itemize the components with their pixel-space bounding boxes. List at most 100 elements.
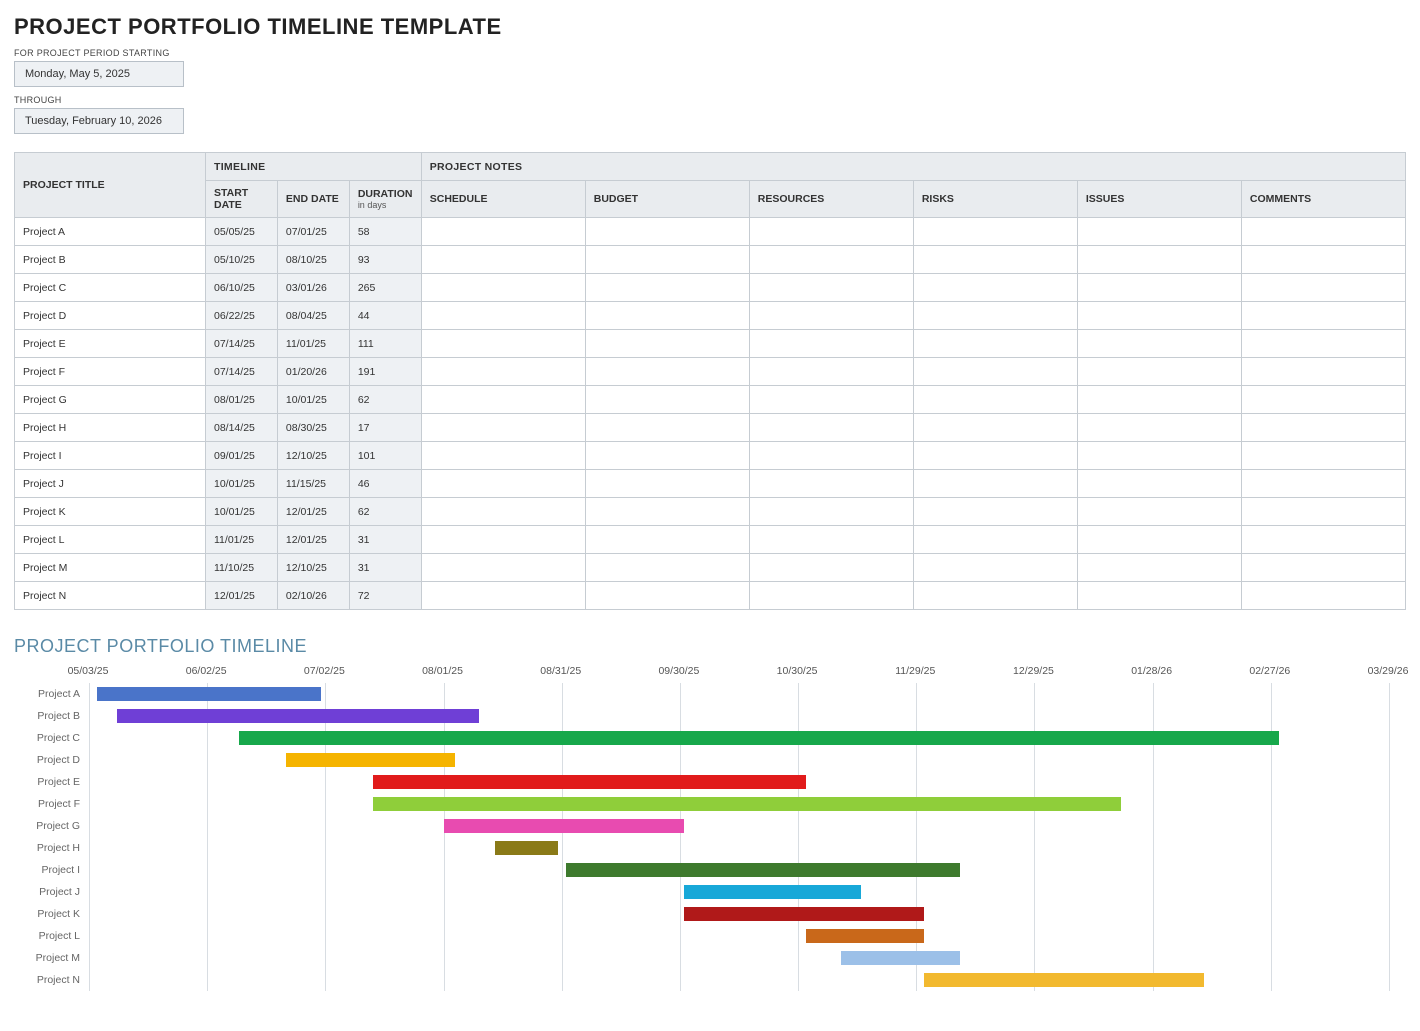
cell-budget[interactable] <box>585 414 749 442</box>
cell-budget[interactable] <box>585 498 749 526</box>
table-row[interactable]: Project F07/14/2501/20/26191 <box>15 358 1406 386</box>
cell-schedule[interactable] <box>421 386 585 414</box>
cell-duration[interactable]: 191 <box>349 358 421 386</box>
cell-start-date[interactable]: 12/01/25 <box>206 582 278 610</box>
cell-issues[interactable] <box>1077 442 1241 470</box>
cell-start-date[interactable]: 09/01/25 <box>206 442 278 470</box>
cell-risks[interactable] <box>913 218 1077 246</box>
cell-start-date[interactable]: 10/01/25 <box>206 498 278 526</box>
table-row[interactable]: Project A05/05/2507/01/2558 <box>15 218 1406 246</box>
cell-budget[interactable] <box>585 358 749 386</box>
cell-duration[interactable]: 46 <box>349 470 421 498</box>
table-row[interactable]: Project M11/10/2512/10/2531 <box>15 554 1406 582</box>
cell-comments[interactable] <box>1241 442 1405 470</box>
cell-schedule[interactable] <box>421 330 585 358</box>
cell-duration[interactable]: 93 <box>349 246 421 274</box>
cell-budget[interactable] <box>585 554 749 582</box>
cell-comments[interactable] <box>1241 582 1405 610</box>
cell-resources[interactable] <box>749 414 913 442</box>
cell-risks[interactable] <box>913 274 1077 302</box>
cell-project-title[interactable]: Project G <box>15 386 206 414</box>
cell-comments[interactable] <box>1241 414 1405 442</box>
cell-duration[interactable]: 31 <box>349 526 421 554</box>
period-end-value[interactable]: Tuesday, February 10, 2026 <box>14 108 184 134</box>
cell-project-title[interactable]: Project D <box>15 302 206 330</box>
cell-issues[interactable] <box>1077 582 1241 610</box>
cell-issues[interactable] <box>1077 330 1241 358</box>
cell-schedule[interactable] <box>421 526 585 554</box>
cell-resources[interactable] <box>749 246 913 274</box>
cell-start-date[interactable]: 05/05/25 <box>206 218 278 246</box>
cell-budget[interactable] <box>585 442 749 470</box>
table-row[interactable]: Project L11/01/2512/01/2531 <box>15 526 1406 554</box>
cell-duration[interactable]: 62 <box>349 498 421 526</box>
cell-risks[interactable] <box>913 582 1077 610</box>
cell-project-title[interactable]: Project I <box>15 442 206 470</box>
cell-schedule[interactable] <box>421 470 585 498</box>
cell-end-date[interactable]: 03/01/26 <box>277 274 349 302</box>
cell-schedule[interactable] <box>421 274 585 302</box>
table-row[interactable]: Project J10/01/2511/15/2546 <box>15 470 1406 498</box>
cell-end-date[interactable]: 11/01/25 <box>277 330 349 358</box>
cell-start-date[interactable]: 07/14/25 <box>206 358 278 386</box>
cell-risks[interactable] <box>913 554 1077 582</box>
cell-project-title[interactable]: Project E <box>15 330 206 358</box>
cell-start-date[interactable]: 06/22/25 <box>206 302 278 330</box>
cell-issues[interactable] <box>1077 218 1241 246</box>
cell-issues[interactable] <box>1077 498 1241 526</box>
table-row[interactable]: Project N12/01/2502/10/2672 <box>15 582 1406 610</box>
cell-resources[interactable] <box>749 582 913 610</box>
cell-schedule[interactable] <box>421 218 585 246</box>
cell-duration[interactable]: 111 <box>349 330 421 358</box>
cell-end-date[interactable]: 01/20/26 <box>277 358 349 386</box>
cell-end-date[interactable]: 08/10/25 <box>277 246 349 274</box>
cell-end-date[interactable]: 08/30/25 <box>277 414 349 442</box>
cell-schedule[interactable] <box>421 414 585 442</box>
cell-start-date[interactable]: 05/10/25 <box>206 246 278 274</box>
cell-resources[interactable] <box>749 330 913 358</box>
cell-comments[interactable] <box>1241 498 1405 526</box>
cell-issues[interactable] <box>1077 358 1241 386</box>
cell-risks[interactable] <box>913 442 1077 470</box>
cell-start-date[interactable]: 10/01/25 <box>206 470 278 498</box>
cell-resources[interactable] <box>749 386 913 414</box>
cell-comments[interactable] <box>1241 386 1405 414</box>
table-row[interactable]: Project B05/10/2508/10/2593 <box>15 246 1406 274</box>
cell-schedule[interactable] <box>421 498 585 526</box>
cell-issues[interactable] <box>1077 386 1241 414</box>
cell-end-date[interactable]: 08/04/25 <box>277 302 349 330</box>
cell-duration[interactable]: 17 <box>349 414 421 442</box>
cell-risks[interactable] <box>913 246 1077 274</box>
table-row[interactable]: Project K10/01/2512/01/2562 <box>15 498 1406 526</box>
cell-budget[interactable] <box>585 330 749 358</box>
cell-resources[interactable] <box>749 302 913 330</box>
cell-project-title[interactable]: Project N <box>15 582 206 610</box>
table-row[interactable]: Project G08/01/2510/01/2562 <box>15 386 1406 414</box>
cell-issues[interactable] <box>1077 414 1241 442</box>
cell-issues[interactable] <box>1077 554 1241 582</box>
cell-comments[interactable] <box>1241 302 1405 330</box>
cell-risks[interactable] <box>913 414 1077 442</box>
cell-end-date[interactable]: 07/01/25 <box>277 218 349 246</box>
cell-resources[interactable] <box>749 274 913 302</box>
cell-schedule[interactable] <box>421 302 585 330</box>
cell-resources[interactable] <box>749 526 913 554</box>
table-row[interactable]: Project H08/14/2508/30/2517 <box>15 414 1406 442</box>
cell-comments[interactable] <box>1241 526 1405 554</box>
cell-end-date[interactable]: 12/10/25 <box>277 442 349 470</box>
cell-start-date[interactable]: 11/01/25 <box>206 526 278 554</box>
cell-duration[interactable]: 31 <box>349 554 421 582</box>
cell-budget[interactable] <box>585 526 749 554</box>
cell-start-date[interactable]: 08/01/25 <box>206 386 278 414</box>
cell-end-date[interactable]: 12/01/25 <box>277 498 349 526</box>
cell-schedule[interactable] <box>421 246 585 274</box>
cell-risks[interactable] <box>913 498 1077 526</box>
cell-comments[interactable] <box>1241 330 1405 358</box>
cell-start-date[interactable]: 11/10/25 <box>206 554 278 582</box>
cell-risks[interactable] <box>913 386 1077 414</box>
cell-schedule[interactable] <box>421 582 585 610</box>
cell-end-date[interactable]: 12/01/25 <box>277 526 349 554</box>
cell-budget[interactable] <box>585 582 749 610</box>
cell-issues[interactable] <box>1077 246 1241 274</box>
cell-project-title[interactable]: Project J <box>15 470 206 498</box>
